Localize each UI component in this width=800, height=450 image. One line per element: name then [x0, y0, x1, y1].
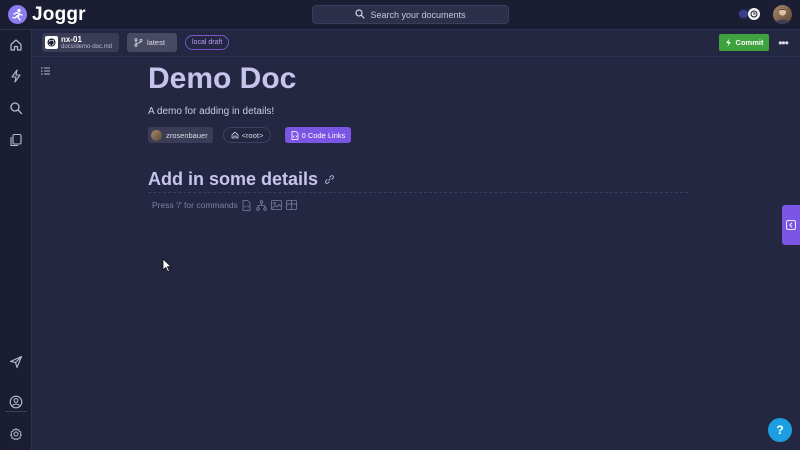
- search-icon: [355, 6, 366, 24]
- commit-label: Commit: [735, 38, 764, 47]
- bolt-icon: [725, 38, 732, 47]
- author-avatar: [151, 129, 162, 141]
- gear-icon[interactable]: [8, 426, 24, 442]
- theme-toggle-track: [739, 10, 748, 18]
- section-heading-text: Add in some details: [148, 169, 319, 189]
- search-placeholder: Search your documents: [370, 9, 466, 20]
- help-button[interactable]: ?: [768, 418, 792, 442]
- link-icon[interactable]: [325, 175, 334, 184]
- branch-label: latest: [147, 38, 165, 47]
- branch-selector[interactable]: latest: [127, 33, 177, 52]
- branch-icon: [134, 38, 143, 47]
- block-insert-toolbar: [240, 199, 300, 211]
- repo-file-path: docs/demo-doc.md: [61, 44, 113, 50]
- app-name: Joggr: [32, 3, 86, 25]
- section-divider: [148, 192, 688, 193]
- document-title[interactable]: Demo Doc: [148, 62, 296, 96]
- location-label: <root>: [241, 130, 264, 140]
- commit-button[interactable]: Commit: [719, 34, 769, 51]
- code-links-label: 0 Code Links: [301, 130, 346, 140]
- panel-collapse-icon: [786, 220, 796, 230]
- github-icon: [45, 36, 58, 49]
- sidebar: [0, 30, 32, 450]
- search-input[interactable]: Search your documents: [312, 5, 509, 24]
- app-logo[interactable]: Joggr: [8, 4, 86, 25]
- draft-badge: local draft: [185, 35, 230, 50]
- command-hint[interactable]: Press '/' for commands: [152, 200, 238, 210]
- bolt-icon[interactable]: [8, 68, 24, 84]
- author-name: zrosenbauer: [166, 130, 208, 140]
- theme-toggle[interactable]: [738, 8, 760, 20]
- clock-icon: [748, 8, 760, 20]
- image-icon[interactable]: [270, 199, 283, 211]
- table-icon[interactable]: [285, 199, 298, 211]
- mouse-pointer-icon: [162, 258, 172, 278]
- code-file-icon[interactable]: [240, 199, 253, 211]
- table-of-contents-icon[interactable]: [40, 64, 52, 76]
- top-bar: Joggr Search your documents: [0, 0, 800, 30]
- more-options-button[interactable]: •••: [775, 34, 791, 51]
- sidebar-divider: [5, 411, 27, 412]
- diagram-icon[interactable]: [255, 199, 268, 211]
- author-chip[interactable]: zrosenbauer: [148, 127, 213, 143]
- repo-selector[interactable]: nx-01 docs/demo-doc.md: [42, 33, 119, 52]
- home-icon: [231, 131, 239, 139]
- search-icon[interactable]: [8, 100, 24, 116]
- home-icon[interactable]: [8, 37, 24, 53]
- send-icon[interactable]: [8, 354, 24, 370]
- document-description[interactable]: A demo for adding in details!: [148, 106, 274, 117]
- code-file-icon: [291, 130, 299, 140]
- documents-icon[interactable]: [8, 132, 24, 148]
- document-toolbar: nx-01 docs/demo-doc.md latest local draf…: [32, 30, 800, 57]
- runner-logo-icon: [8, 5, 27, 24]
- expand-panel-button[interactable]: [782, 205, 800, 245]
- code-links-button[interactable]: 0 Code Links: [285, 127, 351, 143]
- location-chip[interactable]: <root>: [223, 127, 271, 143]
- repo-name: nx-01: [61, 35, 82, 44]
- section-heading[interactable]: Add in some details: [148, 169, 334, 190]
- user-icon[interactable]: [8, 394, 24, 410]
- user-avatar[interactable]: [773, 5, 792, 24]
